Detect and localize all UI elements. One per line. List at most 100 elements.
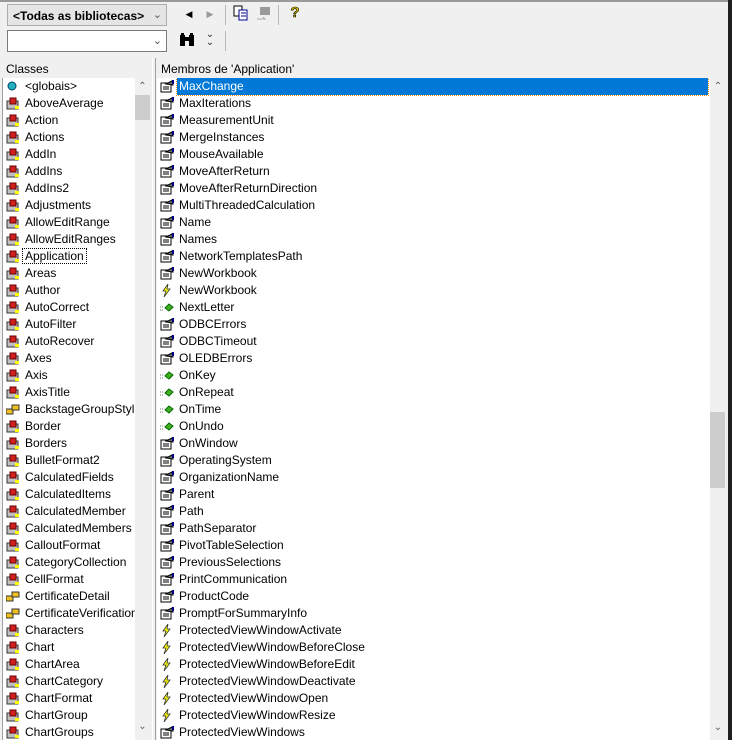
toggle-results-icon[interactable]: ⌄ ⌄ bbox=[201, 30, 219, 49]
class-item[interactable]: CalculatedFields bbox=[3, 469, 135, 486]
member-item[interactable]: PreviousSelections bbox=[157, 554, 710, 571]
class-item[interactable]: Adjustments bbox=[3, 197, 135, 214]
member-item[interactable]: ProtectedViewWindowResize bbox=[157, 707, 710, 724]
pane-splitter[interactable] bbox=[152, 58, 156, 740]
class-item[interactable]: ChartFormat bbox=[3, 690, 135, 707]
member-item[interactable]: NewWorkbook bbox=[157, 265, 710, 282]
class-item[interactable]: CertificateDetail bbox=[3, 588, 135, 605]
library-select-value: <Todas as bibliotecas> bbox=[13, 9, 145, 23]
copy-icon[interactable] bbox=[232, 5, 250, 23]
member-item[interactable]: ProtectedViewWindowBeforeEdit bbox=[157, 656, 710, 673]
classes-scrollbar[interactable]: ⌃ ⌄ bbox=[135, 78, 150, 740]
class-item[interactable]: ChartCategory bbox=[3, 673, 135, 690]
member-item[interactable]: MaxIterations bbox=[157, 95, 710, 112]
member-item[interactable]: OLEDBErrors bbox=[157, 350, 710, 367]
class-item[interactable]: ChartGroups bbox=[3, 724, 135, 740]
class-icon bbox=[6, 301, 20, 314]
member-item[interactable]: ProtectedViewWindowOpen bbox=[157, 690, 710, 707]
class-item[interactable]: BulletFormat2 bbox=[3, 452, 135, 469]
class-item[interactable]: CategoryCollection bbox=[3, 554, 135, 571]
scroll-down-icon[interactable]: ⌄ bbox=[710, 722, 726, 733]
class-item[interactable]: Border bbox=[3, 418, 135, 435]
member-item[interactable]: OnUndo bbox=[157, 418, 710, 435]
class-item[interactable]: AutoCorrect bbox=[3, 299, 135, 316]
member-item[interactable]: NewWorkbook bbox=[157, 282, 710, 299]
class-item[interactable]: AddIn bbox=[3, 146, 135, 163]
member-item[interactable]: PivotTableSelection bbox=[157, 537, 710, 554]
class-item[interactable]: <globais> bbox=[3, 78, 135, 95]
member-item[interactable]: MultiThreadedCalculation bbox=[157, 197, 710, 214]
class-item[interactable]: AxisTitle bbox=[3, 384, 135, 401]
member-item[interactable]: ProtectedViewWindowBeforeClose bbox=[157, 639, 710, 656]
member-item[interactable]: Name bbox=[157, 214, 710, 231]
scroll-up-icon[interactable]: ⌃ bbox=[135, 81, 150, 92]
member-item[interactable]: OnWindow bbox=[157, 435, 710, 452]
member-item[interactable]: ProtectedViewWindows bbox=[157, 724, 710, 740]
member-item[interactable]: Parent bbox=[157, 486, 710, 503]
member-item[interactable]: MoveAfterReturnDirection bbox=[157, 180, 710, 197]
search-binoculars-icon[interactable] bbox=[178, 32, 196, 50]
class-item[interactable]: AllowEditRange bbox=[3, 214, 135, 231]
member-item[interactable]: NextLetter bbox=[157, 299, 710, 316]
member-item[interactable]: MergeInstances bbox=[157, 129, 710, 146]
member-item[interactable]: OnRepeat bbox=[157, 384, 710, 401]
forward-icon[interactable]: ▶ bbox=[201, 6, 219, 24]
scroll-down-icon[interactable]: ⌄ bbox=[135, 721, 150, 732]
class-item[interactable]: AboveAverage bbox=[3, 95, 135, 112]
member-item[interactable]: ProductCode bbox=[157, 588, 710, 605]
member-item[interactable]: ODBCErrors bbox=[157, 316, 710, 333]
class-item[interactable]: Actions bbox=[3, 129, 135, 146]
class-item[interactable]: BackstageGroupStyl bbox=[3, 401, 135, 418]
member-item[interactable]: ProtectedViewWindowActivate bbox=[157, 622, 710, 639]
class-item[interactable]: CalculatedMembers bbox=[3, 520, 135, 537]
class-item[interactable]: Axis bbox=[3, 367, 135, 384]
class-item[interactable]: Axes bbox=[3, 350, 135, 367]
members-list[interactable]: MaxChange MaxIterations MeasurementUnit Mer… bbox=[157, 78, 710, 740]
member-item[interactable]: MaxChange bbox=[157, 78, 710, 96]
members-scrollbar[interactable]: ⌃ ⌄ bbox=[710, 78, 726, 740]
view-definition-icon[interactable] bbox=[255, 5, 273, 23]
class-item[interactable]: Areas bbox=[3, 265, 135, 282]
class-item[interactable]: Characters bbox=[3, 622, 135, 639]
classes-scroll-thumb[interactable] bbox=[135, 95, 150, 120]
class-item[interactable]: CalculatedMember bbox=[3, 503, 135, 520]
library-select[interactable]: <Todas as bibliotecas> ⌄ bbox=[7, 4, 167, 26]
member-item[interactable]: MeasurementUnit bbox=[157, 112, 710, 129]
class-item[interactable]: CellFormat bbox=[3, 571, 135, 588]
class-item[interactable]: ChartGroup bbox=[3, 707, 135, 724]
member-item[interactable]: PrintCommunication bbox=[157, 571, 710, 588]
class-item[interactable]: Borders bbox=[3, 435, 135, 452]
member-item[interactable]: MouseAvailable bbox=[157, 146, 710, 163]
search-input[interactable]: ⌄ bbox=[7, 30, 167, 52]
class-item[interactable]: CalculatedItems bbox=[3, 486, 135, 503]
class-item[interactable]: Application bbox=[3, 248, 135, 265]
class-item[interactable]: AddIns2 bbox=[3, 180, 135, 197]
member-item[interactable]: ODBCTimeout bbox=[157, 333, 710, 350]
member-item[interactable]: PathSeparator bbox=[157, 520, 710, 537]
class-item[interactable]: AllowEditRanges bbox=[3, 231, 135, 248]
class-item[interactable]: Chart bbox=[3, 639, 135, 656]
member-item[interactable]: Path bbox=[157, 503, 710, 520]
member-item[interactable]: OrganizationName bbox=[157, 469, 710, 486]
classes-list[interactable]: <globais> AboveAverage Action Actions AddIn A… bbox=[2, 78, 135, 740]
class-item[interactable]: AutoFilter bbox=[3, 316, 135, 333]
members-scroll-thumb[interactable] bbox=[710, 412, 725, 488]
class-item[interactable]: CalloutFormat bbox=[3, 537, 135, 554]
class-item[interactable]: CertificateVerification bbox=[3, 605, 135, 622]
class-item[interactable]: Author bbox=[3, 282, 135, 299]
class-item[interactable]: ChartArea bbox=[3, 656, 135, 673]
scroll-up-icon[interactable]: ⌃ bbox=[710, 81, 726, 92]
member-item[interactable]: OnTime bbox=[157, 401, 710, 418]
class-item[interactable]: AddIns bbox=[3, 163, 135, 180]
help-icon[interactable]: ? bbox=[286, 4, 304, 23]
member-item[interactable]: OperatingSystem bbox=[157, 452, 710, 469]
class-item[interactable]: AutoRecover bbox=[3, 333, 135, 350]
member-item[interactable]: MoveAfterReturn bbox=[157, 163, 710, 180]
member-item[interactable]: ProtectedViewWindowDeactivate bbox=[157, 673, 710, 690]
member-item[interactable]: NetworkTemplatesPath bbox=[157, 248, 710, 265]
class-item[interactable]: Action bbox=[3, 112, 135, 129]
member-item[interactable]: PromptForSummaryInfo bbox=[157, 605, 710, 622]
member-item[interactable]: OnKey bbox=[157, 367, 710, 384]
member-item[interactable]: Names bbox=[157, 231, 710, 248]
back-icon[interactable]: ◀ bbox=[180, 6, 198, 24]
